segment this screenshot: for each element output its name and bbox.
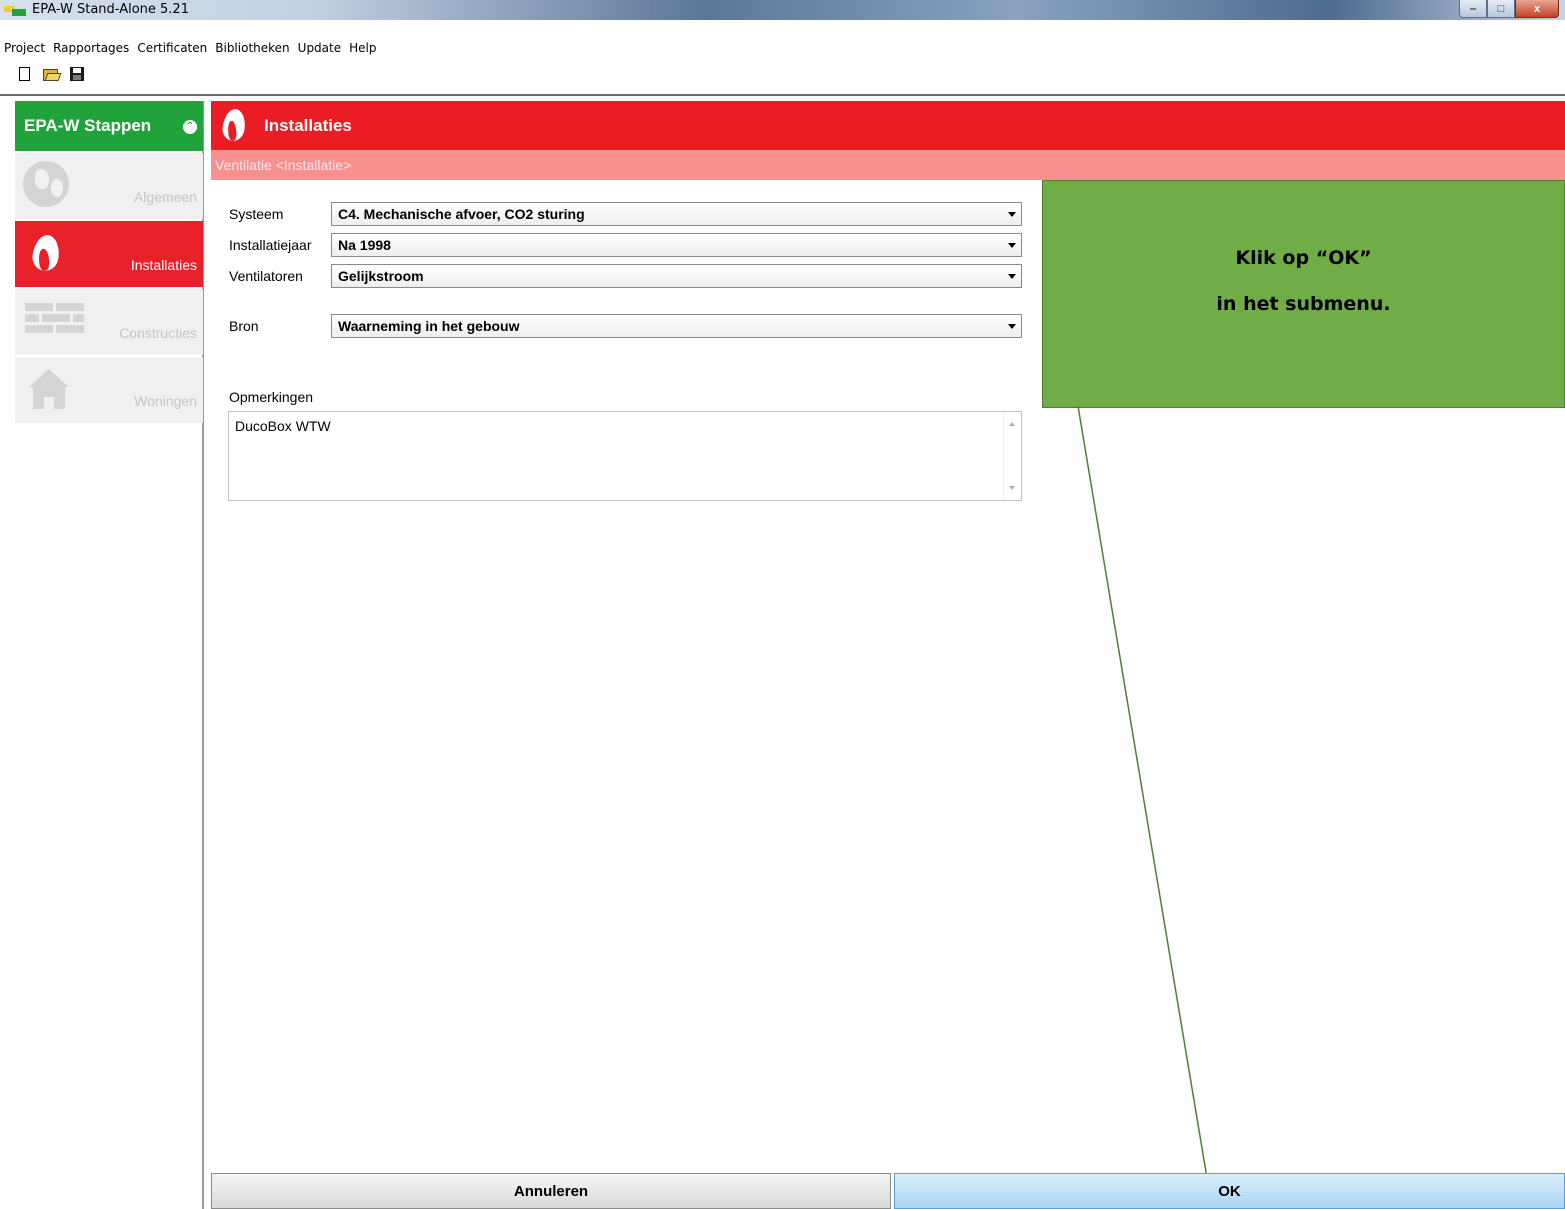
bricks-icon (23, 297, 84, 345)
close-button[interactable]: x (1515, 0, 1559, 18)
ventilatoren-value: Gelijkstroom (338, 268, 424, 284)
ventilatoren-label: Ventilatoren (229, 268, 303, 284)
page-title: Installaties (264, 115, 352, 135)
sidebar-item-label: Constructies (119, 325, 197, 341)
dropdown-arrow-icon (1008, 243, 1016, 248)
systeem-value: C4. Mechanische afvoer, CO2 sturing (338, 206, 585, 222)
systeem-label: Systeem (229, 206, 284, 222)
sidebar-splitter[interactable] (203, 101, 209, 1209)
bron-label: Bron (229, 318, 259, 334)
installatiejaar-value: Na 1998 (338, 237, 391, 253)
ok-button[interactable]: OK (894, 1173, 1565, 1209)
ventilatoren-select[interactable]: Gelijkstroom (331, 264, 1022, 288)
sidebar-item-label: Algemeen (133, 189, 197, 205)
callout-line-1: Klik op “OK” (1235, 247, 1372, 269)
flame-icon (23, 229, 71, 277)
window-title: EPA-W Stand-Alone 5.21 (32, 2, 189, 17)
sidebar-item-label: Installaties (130, 257, 197, 273)
menu-help[interactable]: Help (349, 41, 376, 55)
collapse-icon[interactable]: ⌃ (183, 120, 197, 134)
window-controls: ‒ □ x (1459, 0, 1559, 18)
menu-update[interactable]: Update (298, 41, 341, 55)
sidebar-item-algemeen[interactable]: Algemeen (15, 153, 203, 219)
instruction-callout: Klik op “OK” in het submenu. (1042, 180, 1565, 408)
scroll-up-icon[interactable] (1009, 422, 1015, 426)
sidebar-item-installaties[interactable]: Installaties (15, 221, 203, 287)
menu-project[interactable]: Project (4, 41, 45, 55)
opmerkingen-textarea[interactable]: DucoBox WTW (228, 411, 1022, 501)
sidebar-title: EPA-W Stappen (24, 116, 152, 135)
installatiejaar-select[interactable]: Na 1998 (331, 233, 1022, 257)
globe-icon (23, 161, 71, 209)
opmerkingen-value: DucoBox WTW (235, 418, 331, 434)
menu-certificaten[interactable]: Certificaten (137, 41, 207, 55)
new-file-icon[interactable] (16, 65, 34, 83)
sidebar-header: EPA-W Stappen ⌃ (15, 101, 203, 151)
scroll-down-icon[interactable] (1009, 486, 1015, 490)
bron-select[interactable]: Waarneming in het gebouw (331, 314, 1022, 338)
dropdown-arrow-icon (1008, 324, 1016, 329)
menu-bibliotheken[interactable]: Bibliotheken (215, 41, 289, 55)
app-icon (4, 4, 28, 16)
menu-rapportages[interactable]: Rapportages (53, 41, 129, 55)
maximize-button[interactable]: □ (1487, 0, 1515, 18)
title-bar: EPA-W Stand-Alone 5.21 ‒ □ x (0, 0, 1565, 20)
sidebar-item-woningen[interactable]: Woningen (15, 357, 203, 423)
textarea-scrollbar[interactable] (1003, 412, 1021, 500)
menu-gap (0, 20, 1565, 40)
installatiejaar-label: Installatiejaar (229, 237, 312, 253)
cancel-button[interactable]: Annuleren (211, 1173, 891, 1209)
minimize-button[interactable]: ‒ (1459, 0, 1487, 18)
systeem-select[interactable]: C4. Mechanische afvoer, CO2 sturing (331, 202, 1022, 226)
dropdown-arrow-icon (1008, 274, 1016, 279)
open-folder-icon[interactable] (42, 65, 62, 83)
save-disk-icon[interactable] (68, 65, 86, 83)
menu-bar: Project Rapportages Certificaten Bibliot… (0, 38, 1565, 58)
steps-sidebar: EPA-W Stappen ⌃ Algemeen Installaties Co… (15, 101, 203, 1209)
page-header: Installaties (211, 101, 1565, 150)
sidebar-item-constructies[interactable]: Constructies (15, 289, 203, 355)
breadcrumb: Ventilatie <Installatie> (211, 150, 1565, 180)
sidebar-item-label: Woningen (134, 393, 197, 409)
callout-line-2: in het submenu. (1216, 293, 1391, 315)
house-icon (23, 365, 71, 413)
bron-value: Waarneming in het gebouw (338, 318, 520, 334)
flame-icon (220, 107, 249, 145)
opmerkingen-label: Opmerkingen (229, 389, 314, 405)
toolbar (0, 60, 1565, 96)
dropdown-arrow-icon (1008, 212, 1016, 217)
